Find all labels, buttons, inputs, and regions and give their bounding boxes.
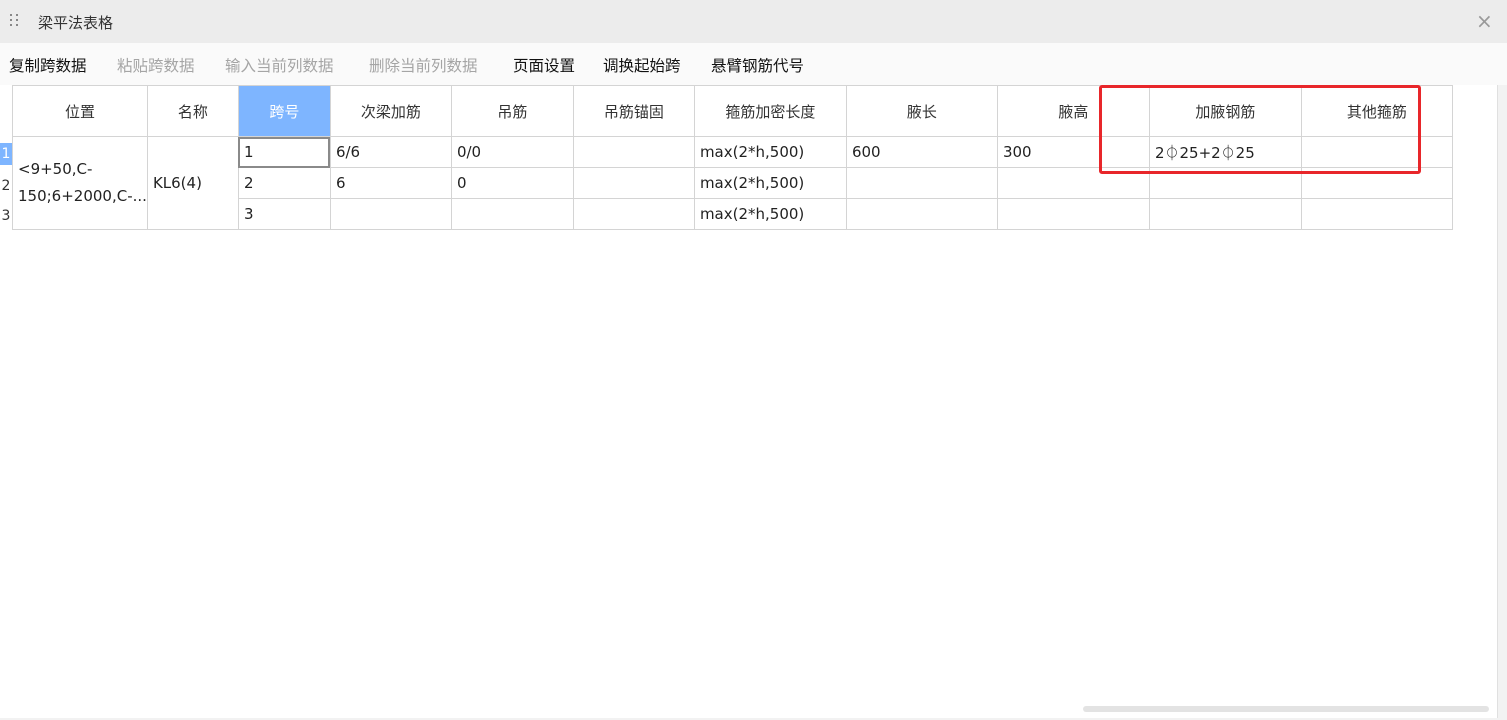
delete-column-data-button[interactable]: 删除当前列数据	[369, 54, 478, 76]
haunch-rebar-cell[interactable]	[1148, 198, 1302, 230]
drag-handle-icon[interactable]	[10, 14, 20, 30]
col-header-name[interactable]: 名称	[146, 85, 239, 137]
col-header-hanger-anchor[interactable]: 吊筋锚固	[572, 85, 695, 137]
secondary-beam-rebar-cell[interactable]: 6	[329, 167, 452, 199]
stirrup-dense-length-cell[interactable]: max(2*h,500)	[693, 167, 847, 199]
input-column-data-button[interactable]: 输入当前列数据	[225, 54, 334, 76]
stirrup-dense-length-cell[interactable]: max(2*h,500)	[693, 136, 847, 168]
stirrup-dense-length-cell[interactable]: max(2*h,500)	[693, 198, 847, 230]
row-number-gutter: 1 2 3	[0, 85, 12, 231]
copy-span-data-button[interactable]: 复制跨数据	[9, 54, 87, 76]
span-cell[interactable]: 1	[237, 136, 331, 168]
swap-start-span-button[interactable]: 调换起始跨	[603, 54, 681, 76]
col-header-span[interactable]: 跨号	[237, 85, 331, 137]
hanger-cell[interactable]: 0/0	[450, 136, 574, 168]
secondary-beam-rebar-cell[interactable]: 6/6	[329, 136, 452, 168]
hanger-anchor-cell[interactable]	[572, 198, 695, 230]
col-header-position[interactable]: 位置	[12, 85, 148, 137]
span-cell[interactable]: 2	[237, 167, 331, 199]
haunch-height-cell[interactable]	[996, 198, 1150, 230]
col-header-secondary-beam-rebar[interactable]: 次梁加筋	[329, 85, 452, 137]
haunch-length-cell[interactable]	[845, 167, 998, 199]
haunch-length-cell[interactable]	[845, 198, 998, 230]
window-title: 梁平法表格	[38, 14, 114, 32]
cantilever-rebar-code-button[interactable]: 悬臂钢筋代号	[711, 54, 804, 76]
hanger-anchor-cell[interactable]	[572, 167, 695, 199]
title-bar: 梁平法表格 ×	[0, 0, 1507, 43]
page-settings-button[interactable]: 页面设置	[513, 54, 575, 76]
toolbar: 复制跨数据 粘贴跨数据 输入当前列数据 删除当前列数据 页面设置 调换起始跨 悬…	[0, 43, 1507, 85]
hanger-cell[interactable]: 0	[450, 167, 574, 199]
haunch-length-cell[interactable]: 600	[845, 136, 998, 168]
table-panel: 1 2 3 位置 名称 跨号 次梁加筋 吊筋 吊筋锚固 箍筋加密长度 腋长 腋高…	[0, 85, 1498, 718]
highlight-box	[1099, 85, 1421, 174]
paste-span-data-button[interactable]: 粘贴跨数据	[117, 54, 195, 76]
secondary-beam-rebar-cell[interactable]	[329, 198, 452, 230]
other-stirrup-cell[interactable]	[1300, 198, 1453, 230]
row-number-2[interactable]: 2	[0, 175, 12, 197]
close-icon[interactable]: ×	[1476, 9, 1493, 33]
col-header-stirrup-dense-length[interactable]: 箍筋加密长度	[693, 85, 847, 137]
col-header-haunch-length[interactable]: 腋长	[845, 85, 998, 137]
horizontal-scrollbar[interactable]	[1083, 706, 1489, 712]
span-cell[interactable]: 3	[237, 198, 331, 230]
row-number-3[interactable]: 3	[0, 205, 12, 227]
col-header-hanger[interactable]: 吊筋	[450, 85, 574, 137]
hanger-cell[interactable]	[450, 198, 574, 230]
hanger-anchor-cell[interactable]	[572, 136, 695, 168]
row-number-1[interactable]: 1	[0, 143, 12, 165]
name-cell[interactable]: KL6(4)	[146, 136, 239, 230]
position-cell[interactable]: <9+50,C-150;6+2000,C-...	[12, 136, 148, 230]
